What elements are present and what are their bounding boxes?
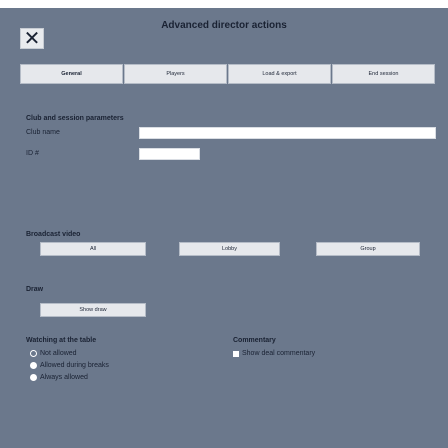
dialog-title: Advanced director actions [161, 20, 287, 31]
club-session-heading: Club and session parameters [26, 115, 124, 122]
id-input[interactable] [139, 148, 200, 160]
show-draw-button[interactable]: Show draw [40, 303, 146, 317]
id-label: ID # [26, 150, 39, 157]
watching-heading: Watching at the table [26, 337, 97, 344]
watching-option-label: Allowed during breaks [40, 362, 109, 369]
watching-option-label: Not allowed [40, 350, 77, 357]
commentary-heading: Commentary [233, 337, 276, 344]
watching-option-not-allowed[interactable]: Not allowed [30, 350, 77, 357]
show-deal-commentary-label: Show deal commentary [242, 350, 316, 357]
checkbox-icon [233, 350, 239, 357]
watching-option-always-allowed[interactable]: Always allowed [30, 374, 88, 381]
tab-players[interactable]: Players [124, 64, 227, 84]
tab-general[interactable]: General [20, 64, 123, 84]
club-name-label: Club name [26, 129, 60, 136]
broadcast-group-button[interactable]: Group [316, 242, 420, 256]
close-button[interactable]: ✕ [20, 28, 44, 49]
close-icon: ✕ [23, 27, 41, 50]
tab-load-export[interactable]: Load & export [228, 64, 331, 84]
radio-selected-icon [30, 350, 37, 357]
club-name-input[interactable] [139, 127, 436, 139]
tab-end-session[interactable]: End session [332, 64, 435, 84]
radio-icon [30, 374, 37, 381]
radio-icon [30, 362, 37, 369]
watching-option-allowed-during-breaks[interactable]: Allowed during breaks [30, 362, 109, 369]
show-deal-commentary-checkbox[interactable]: Show deal commentary [233, 350, 315, 357]
draw-heading: Draw [26, 286, 44, 293]
broadcast-video-heading: Broadcast video [26, 231, 81, 238]
broadcast-lobby-button[interactable]: Lobby [179, 242, 280, 256]
broadcast-all-button[interactable]: All [40, 242, 146, 256]
top-strip [0, 0, 448, 8]
watching-option-label: Always allowed [40, 374, 88, 381]
tab-bar: General Players Load & export End sessio… [20, 64, 435, 84]
